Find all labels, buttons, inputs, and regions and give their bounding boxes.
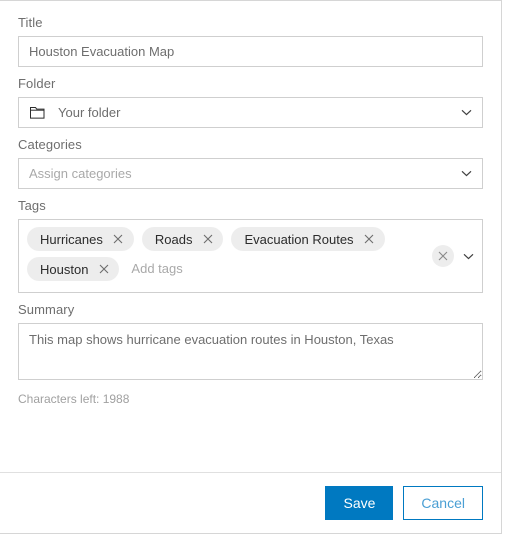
summary-label: Summary <box>18 302 75 317</box>
item-details-panel: Title Folder Your folder <box>0 0 502 534</box>
title-input[interactable] <box>18 36 483 67</box>
clear-tags-button[interactable] <box>432 245 454 267</box>
chevron-down-icon <box>460 168 472 180</box>
tags-actions <box>432 245 474 267</box>
cancel-button[interactable]: Cancel <box>403 486 483 520</box>
categories-field-group: Categories Assign categories <box>18 137 483 189</box>
folder-label: Folder <box>18 76 56 91</box>
characters-left-text: Characters left: 1988 <box>18 392 130 406</box>
close-icon[interactable] <box>112 233 125 246</box>
tag-chip[interactable]: Evacuation Routes <box>231 227 385 251</box>
tag-chip-label: Roads <box>154 231 193 247</box>
tag-chip[interactable]: Houston <box>27 257 120 281</box>
folder-select[interactable]: Your folder <box>18 97 483 128</box>
tags-input-container[interactable]: Hurricanes Roads Evacuation Routes Houst… <box>18 219 483 293</box>
dialog-footer: Save Cancel <box>0 472 501 533</box>
close-icon[interactable] <box>201 233 214 246</box>
chevron-down-icon <box>460 107 472 119</box>
tags-label: Tags <box>18 198 46 213</box>
chevron-down-icon[interactable] <box>462 250 474 262</box>
tag-chip-label: Evacuation Routes <box>244 231 354 247</box>
title-label: Title <box>18 15 43 30</box>
close-icon[interactable] <box>97 263 110 276</box>
tag-chip[interactable]: Roads <box>141 227 224 251</box>
save-button[interactable]: Save <box>325 486 394 520</box>
folder-field-group: Folder Your folder <box>18 76 483 128</box>
categories-value: Assign categories <box>29 166 132 181</box>
categories-label: Categories <box>18 137 82 152</box>
tag-chip-label: Houston <box>40 261 89 277</box>
tag-chip-label: Hurricanes <box>40 231 103 247</box>
tags-field-group: Tags Hurricanes Roads Evacuation Routes … <box>18 198 483 293</box>
add-tags-input[interactable] <box>127 257 424 281</box>
form-body: Title Folder Your folder <box>0 1 501 472</box>
folder-icon <box>29 105 45 121</box>
folder-value: Your folder <box>58 105 121 120</box>
close-icon[interactable] <box>363 233 376 246</box>
title-field-group: Title <box>18 15 483 67</box>
categories-select[interactable]: Assign categories <box>18 158 483 189</box>
tag-chip[interactable]: Hurricanes <box>27 227 134 251</box>
summary-textarea[interactable] <box>18 323 483 380</box>
summary-field-group: Summary Characters left: 1988 <box>18 302 483 406</box>
